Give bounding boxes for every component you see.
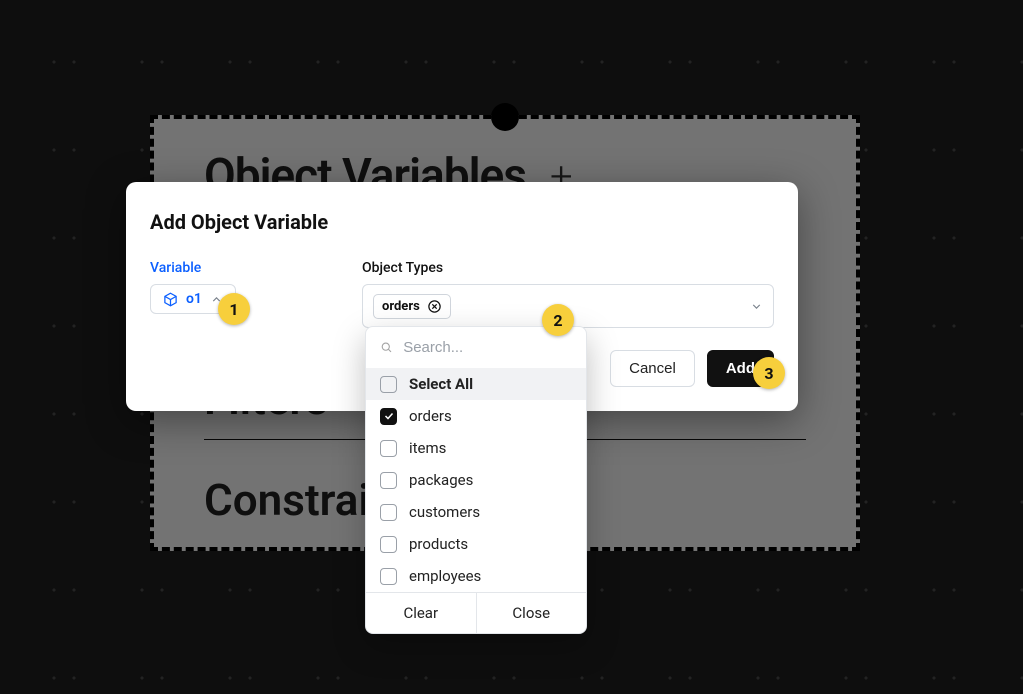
variable-field-label: Variable (150, 260, 340, 276)
option-checkbox[interactable] (380, 568, 397, 585)
select-all-label: Select All (409, 375, 473, 393)
option-checkbox[interactable] (380, 504, 397, 521)
dropdown-clear-button[interactable]: Clear (366, 593, 477, 633)
modal-title: Add Object Variable (150, 210, 774, 234)
dropdown-option[interactable]: orders (366, 400, 586, 432)
option-checkbox[interactable] (380, 408, 397, 425)
object-types-field-label: Object Types (362, 260, 774, 276)
chevron-down-icon (750, 300, 763, 313)
select-all-option[interactable]: Select All (366, 368, 586, 400)
dropdown-option[interactable]: employees (366, 560, 586, 592)
option-checkbox[interactable] (380, 472, 397, 489)
callout-3: 3 (753, 357, 785, 389)
dropdown-search-input[interactable] (403, 339, 572, 356)
dropdown-option[interactable]: customers (366, 496, 586, 528)
option-label: products (409, 535, 468, 553)
dropdown-actions: Clear Close (366, 592, 586, 633)
select-all-checkbox[interactable] (380, 376, 397, 393)
variable-value: o1 (186, 291, 202, 307)
chip-label: orders (382, 299, 420, 314)
option-label: employees (409, 567, 481, 585)
dropdown-option[interactable]: products (366, 528, 586, 560)
selected-type-chip: orders (373, 294, 451, 319)
dropdown-close-button[interactable]: Close (477, 593, 587, 633)
callout-2: 2 (542, 304, 574, 336)
option-label: items (409, 439, 446, 457)
option-label: customers (409, 503, 480, 521)
dropdown-option[interactable]: packages (366, 464, 586, 496)
callout-1: 1 (218, 293, 250, 325)
object-types-dropdown: Select All orders items packages customers p… (365, 326, 587, 634)
remove-chip-icon[interactable] (427, 299, 442, 314)
dropdown-option[interactable]: items (366, 432, 586, 464)
search-icon (380, 340, 393, 355)
option-label: orders (409, 407, 452, 425)
option-checkbox[interactable] (380, 536, 397, 553)
cancel-button[interactable]: Cancel (610, 350, 695, 387)
cube-icon (163, 292, 178, 307)
option-checkbox[interactable] (380, 440, 397, 457)
option-label: packages (409, 471, 473, 489)
